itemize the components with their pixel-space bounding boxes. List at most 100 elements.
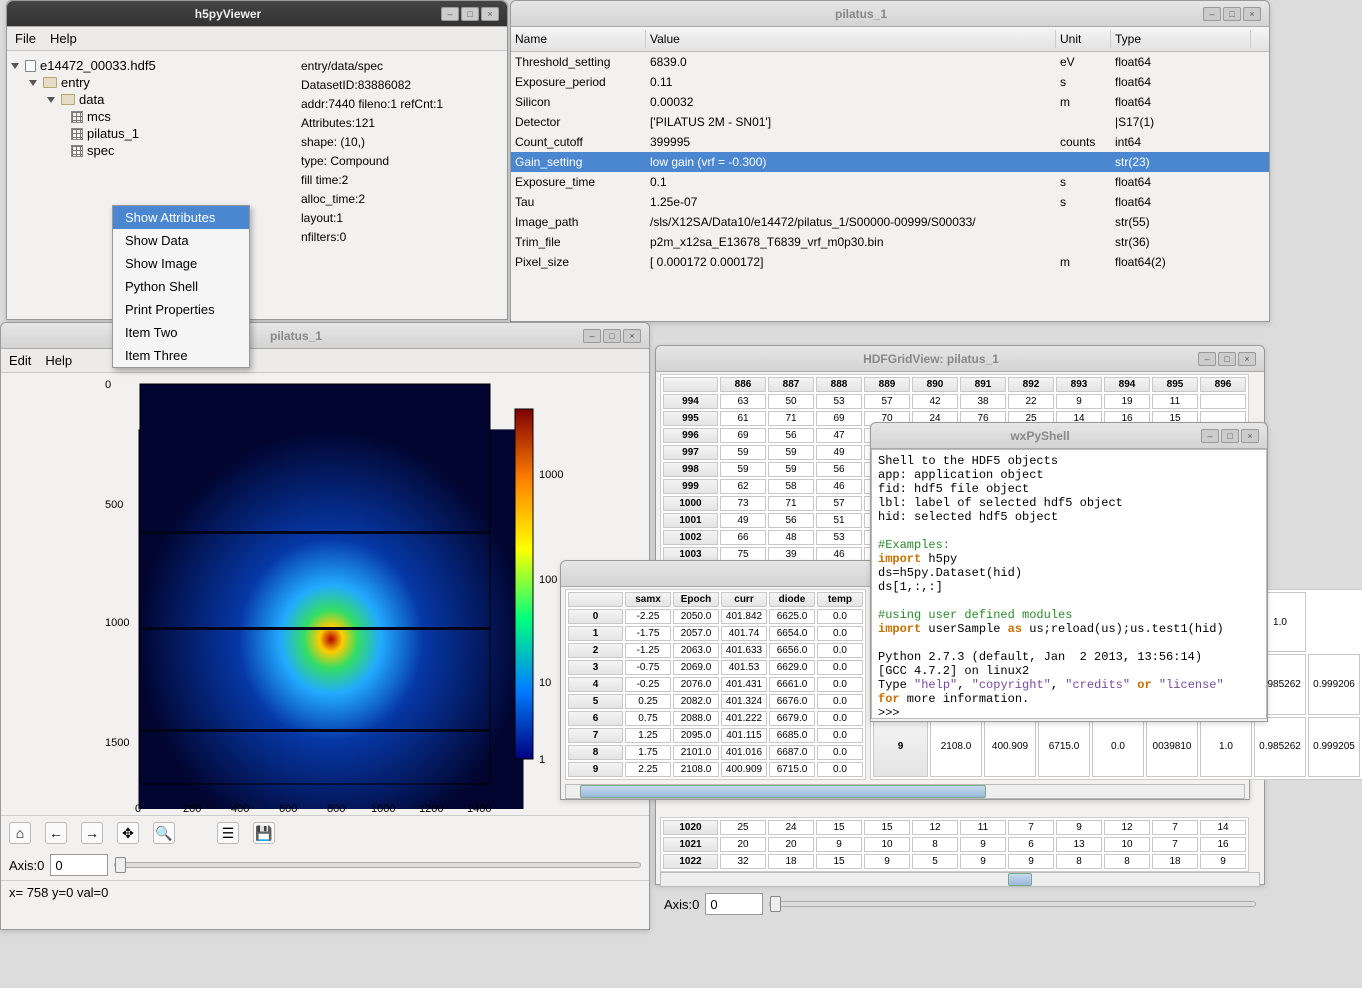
col-header[interactable]: 890 <box>912 377 958 392</box>
axis-slider[interactable] <box>114 862 641 868</box>
tree-leaf[interactable]: mcs <box>11 108 293 125</box>
cell[interactable]: 6656.0 <box>769 643 815 658</box>
col-name[interactable]: Name <box>511 30 646 48</box>
cell[interactable]: 5 <box>912 854 958 869</box>
titlebar[interactable]: h5pyViewer – □ × <box>7 1 507 27</box>
cell[interactable]: 401.74 <box>721 626 767 641</box>
attr-row[interactable]: Silicon0.00032mfloat64 <box>511 92 1269 112</box>
menu-edit[interactable]: Edit <box>9 353 31 368</box>
cell[interactable]: 6661.0 <box>769 677 815 692</box>
cell[interactable]: 25 <box>720 820 766 835</box>
col-unit[interactable]: Unit <box>1056 30 1111 48</box>
row-header[interactable]: 4 <box>568 677 623 692</box>
attr-row[interactable]: Count_cutoff399995countsint64 <box>511 132 1269 152</box>
cell[interactable]: 401.016 <box>721 745 767 760</box>
close-icon[interactable]: × <box>623 329 641 343</box>
cell[interactable]: 6715.0 <box>1038 717 1090 777</box>
cell[interactable]: 42 <box>912 394 958 409</box>
menu-help[interactable]: Help <box>50 31 77 46</box>
attr-row[interactable]: Pixel_size[ 0.000172 0.000172]mfloat64(2… <box>511 252 1269 272</box>
cell[interactable]: 59 <box>720 462 766 477</box>
row-header[interactable]: 1022 <box>663 854 718 869</box>
cell[interactable]: 0.0 <box>817 711 863 726</box>
cell[interactable]: 6715.0 <box>769 762 815 777</box>
row-header[interactable]: 997 <box>663 445 718 460</box>
axis-input[interactable] <box>50 854 108 876</box>
col-header[interactable] <box>568 592 623 607</box>
cell[interactable]: 0.0 <box>817 626 863 641</box>
cell[interactable]: 62 <box>720 479 766 494</box>
col-header[interactable]: 896 <box>1200 377 1246 392</box>
cell[interactable]: 10 <box>1104 837 1150 852</box>
maximize-icon[interactable]: □ <box>1221 429 1239 443</box>
axis-slider[interactable] <box>769 901 1256 907</box>
row-header[interactable]: 2 <box>568 643 623 658</box>
maximize-icon[interactable]: □ <box>1218 352 1236 366</box>
attr-row[interactable]: Detector['PILATUS 2M - SN01']|S17(1) <box>511 112 1269 132</box>
cell[interactable]: 15 <box>816 854 862 869</box>
cell[interactable]: 69 <box>720 428 766 443</box>
titlebar[interactable]: pilatus_1 –□× <box>1 323 649 349</box>
cell[interactable]: 61 <box>720 411 766 426</box>
cell[interactable]: 2063.0 <box>673 643 719 658</box>
cell[interactable]: 0.0 <box>817 609 863 624</box>
save-icon[interactable]: 💾 <box>253 822 275 844</box>
cell[interactable]: 0.999206 <box>1308 654 1360 714</box>
cell[interactable]: 0.0 <box>817 660 863 675</box>
configure-icon[interactable]: ☰ <box>217 822 239 844</box>
row-header[interactable]: 995 <box>663 411 718 426</box>
context-item[interactable]: Item Two <box>113 321 249 344</box>
cell[interactable]: 0.985262 <box>1254 717 1306 777</box>
cell[interactable]: 0.0 <box>1092 717 1144 777</box>
cell[interactable]: 400.909 <box>984 717 1036 777</box>
minimize-icon[interactable]: – <box>1201 429 1219 443</box>
cell[interactable]: 18 <box>768 854 814 869</box>
tree-leaf[interactable]: pilatus_1 <box>11 125 293 142</box>
cell[interactable]: 2095.0 <box>673 728 719 743</box>
attr-row[interactable]: Image_path/sls/X12SA/Data10/e14472/pilat… <box>511 212 1269 232</box>
cell[interactable]: 6625.0 <box>769 609 815 624</box>
cell[interactable]: 56 <box>816 462 862 477</box>
cell[interactable]: 2057.0 <box>673 626 719 641</box>
row-header[interactable]: 7 <box>568 728 623 743</box>
row-header[interactable]: 1020 <box>663 820 718 835</box>
row-header[interactable]: 9 <box>568 762 623 777</box>
titlebar[interactable]: HDFGridView: pilatus_1 –□× <box>656 346 1264 372</box>
cell[interactable]: 51 <box>816 513 862 528</box>
axis-input[interactable] <box>705 893 763 915</box>
col-header[interactable]: temp <box>817 592 863 607</box>
cell[interactable]: 8 <box>912 837 958 852</box>
titlebar[interactable]: pilatus_1 –□× <box>511 1 1269 27</box>
cell[interactable]: 0.0 <box>817 745 863 760</box>
tree-root[interactable]: e14472_00033.hdf5 <box>11 57 293 74</box>
row-header[interactable]: 8 <box>568 745 623 760</box>
tree-data[interactable]: data <box>11 91 293 108</box>
titlebar[interactable]: wxPyShell –□× <box>871 423 1267 449</box>
cell[interactable]: 9 <box>1008 854 1054 869</box>
cell[interactable]: -1.75 <box>625 626 671 641</box>
image-plot[interactable]: 0 500 1000 1500 0 200 400 600 800 1000 1… <box>55 379 595 809</box>
chevron-down-icon[interactable] <box>29 80 37 86</box>
cell[interactable]: 0.0 <box>817 694 863 709</box>
back-icon[interactable]: ← <box>45 822 67 844</box>
cell[interactable]: 6687.0 <box>769 745 815 760</box>
chevron-down-icon[interactable] <box>11 63 19 69</box>
row-header[interactable]: 994 <box>663 394 718 409</box>
cell[interactable]: 6 <box>1008 837 1054 852</box>
col-header[interactable]: 887 <box>768 377 814 392</box>
zoom-icon[interactable]: 🔍 <box>153 822 175 844</box>
cell[interactable]: 59 <box>720 445 766 460</box>
cell[interactable]: 0.0 <box>817 762 863 777</box>
cell[interactable]: 11 <box>1152 394 1198 409</box>
row-header[interactable]: 996 <box>663 428 718 443</box>
cell[interactable]: 14 <box>1200 820 1246 835</box>
cell[interactable]: 53 <box>816 530 862 545</box>
cell[interactable]: 63 <box>720 394 766 409</box>
cell[interactable]: 0.999205 <box>1308 717 1360 777</box>
cell[interactable]: 0.0 <box>817 728 863 743</box>
grid-table-bottom[interactable]: 1020252415151211791271410212020910896131… <box>660 817 1249 872</box>
cell[interactable]: 19 <box>1104 394 1150 409</box>
cell[interactable]: 9 <box>816 837 862 852</box>
cell[interactable]: 2076.0 <box>673 677 719 692</box>
col-header[interactable]: 889 <box>864 377 910 392</box>
